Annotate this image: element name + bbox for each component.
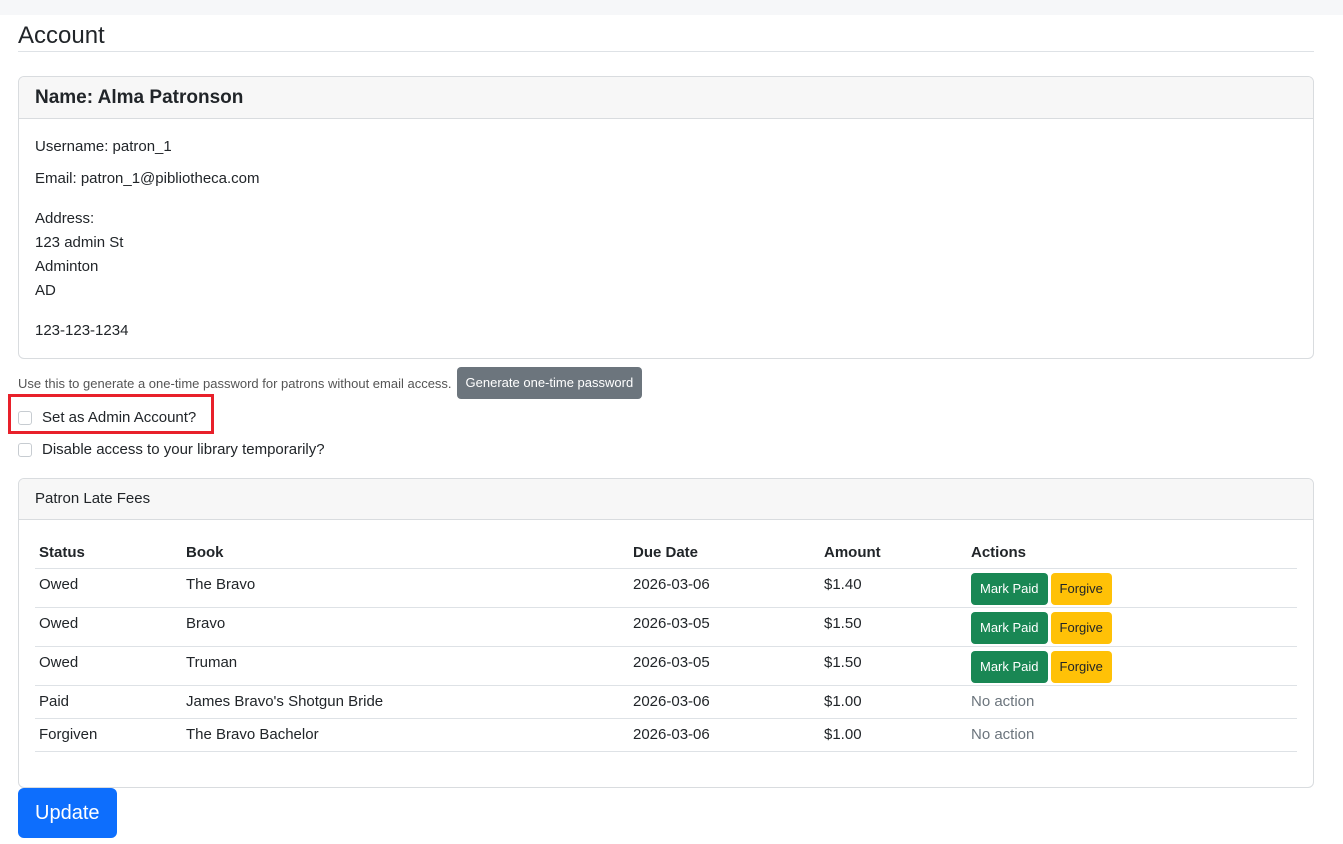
column-header-due-date: Due Date — [629, 536, 820, 569]
email-text: Email: patron_1@pibliotheca.com — [35, 170, 260, 187]
no-action-text: No action — [967, 718, 1297, 752]
table-row: Forgiven The Bravo Bachelor 2026-03-06 $… — [35, 718, 1297, 752]
update-button[interactable]: Update — [18, 788, 117, 838]
otp-description: Use this to generate a one-time password… — [18, 375, 452, 391]
table-row: Owed The Bravo 2026-03-06 $1.40 Mark Pai… — [35, 568, 1297, 608]
column-header-status: Status — [35, 536, 182, 569]
due-date-cell: 2026-03-06 — [629, 718, 820, 752]
column-header-actions: Actions — [967, 536, 1297, 569]
address-street: 123 admin St — [35, 234, 124, 251]
title-divider — [18, 51, 1314, 52]
table-row: Owed Truman 2026-03-05 $1.50 Mark Paid Fo… — [35, 646, 1297, 686]
page-title: Account — [18, 22, 105, 49]
actions-cell: Mark Paid Forgive — [967, 646, 1297, 686]
amount-cell: $1.50 — [820, 646, 967, 686]
book-cell: The Bravo Bachelor — [182, 718, 629, 752]
late-fees-table: Status Book Due Date Amount Actions Owed… — [35, 536, 1297, 752]
account-page: Account Name: Alma Patronson Username: p… — [8, 15, 1314, 838]
address-state: AD — [35, 282, 56, 299]
status-cell: Forgiven — [35, 718, 182, 752]
profile-card: Name: Alma Patronson Username: patron_1 … — [18, 76, 1314, 359]
admin-checkbox-label: Set as Admin Account? — [42, 409, 197, 426]
phone-text: 123-123-1234 — [35, 322, 129, 339]
disable-access-checkbox-row[interactable]: Disable access to your library temporari… — [18, 441, 325, 458]
actions-cell: Mark Paid Forgive — [967, 607, 1297, 647]
admin-checkbox-row[interactable]: Set as Admin Account? — [18, 409, 196, 426]
table-header-row: Status Book Due Date Amount Actions — [35, 536, 1297, 569]
generate-otp-button[interactable]: Generate one-time password — [456, 367, 643, 399]
mark-paid-button[interactable]: Mark Paid — [971, 612, 1048, 644]
profile-name: Name: Alma Patronson — [19, 77, 1313, 119]
amount-cell: $1.40 — [820, 568, 967, 608]
due-date-cell: 2026-03-06 — [629, 685, 820, 719]
disable-access-checkbox[interactable] — [18, 442, 32, 457]
forgive-button[interactable]: Forgive — [1050, 612, 1112, 644]
column-header-amount: Amount — [820, 536, 967, 569]
amount-cell: $1.00 — [820, 685, 967, 719]
address-label: Address: — [35, 210, 95, 227]
book-cell: Bravo — [182, 607, 629, 647]
address-city: Adminton — [35, 258, 99, 275]
late-fees-card: Patron Late Fees Status Book Due Date Am… — [18, 478, 1314, 788]
status-cell: Paid — [35, 685, 182, 719]
mark-paid-button[interactable]: Mark Paid — [971, 651, 1048, 683]
due-date-cell: 2026-03-05 — [629, 646, 820, 686]
book-cell: James Bravo's Shotgun Bride — [182, 685, 629, 719]
book-cell: The Bravo — [182, 568, 629, 608]
column-header-book: Book — [182, 536, 629, 569]
mark-paid-button[interactable]: Mark Paid — [971, 573, 1048, 605]
top-bar — [0, 0, 1343, 15]
forgive-button[interactable]: Forgive — [1050, 573, 1112, 605]
amount-cell: $1.00 — [820, 718, 967, 752]
actions-cell: Mark Paid Forgive — [967, 568, 1297, 608]
status-cell: Owed — [35, 568, 182, 608]
book-cell: Truman — [182, 646, 629, 686]
status-cell: Owed — [35, 646, 182, 686]
late-fees-header: Patron Late Fees — [19, 479, 1313, 520]
no-action-text: No action — [967, 685, 1297, 719]
admin-checkbox[interactable] — [18, 410, 32, 425]
disable-access-checkbox-label: Disable access to your library temporari… — [42, 441, 325, 458]
amount-cell: $1.50 — [820, 607, 967, 647]
table-row: Owed Bravo 2026-03-05 $1.50 Mark Paid For… — [35, 607, 1297, 647]
due-date-cell: 2026-03-05 — [629, 607, 820, 647]
due-date-cell: 2026-03-06 — [629, 568, 820, 608]
username-text: Username: patron_1 — [35, 138, 172, 155]
forgive-button[interactable]: Forgive — [1050, 651, 1112, 683]
table-row: Paid James Bravo's Shotgun Bride 2026-03… — [35, 685, 1297, 719]
status-cell: Owed — [35, 607, 182, 647]
